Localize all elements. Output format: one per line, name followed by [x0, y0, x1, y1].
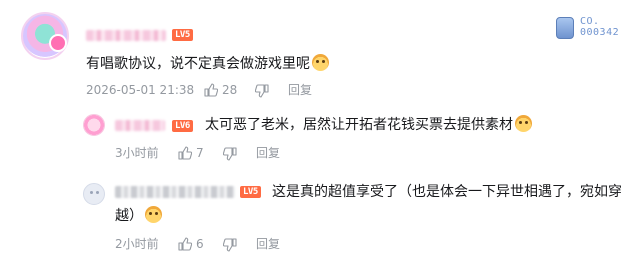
reply-date: 2小时前 — [115, 237, 159, 251]
reply-button[interactable]: 回复 — [256, 145, 280, 161]
fan-badge-label: CO. 000342 — [580, 16, 619, 38]
level-badge: LV6 — [172, 120, 193, 132]
like-count: 6 — [196, 237, 204, 251]
reply-date: 3小时前 — [115, 146, 159, 160]
reply-avatar[interactable] — [83, 114, 105, 136]
doge-emoji-icon — [312, 54, 329, 71]
fan-badge-line1: CO. — [580, 16, 600, 27]
doge-emoji-icon — [145, 206, 162, 223]
level-badge: LV5 — [240, 186, 261, 198]
thumbs-up-icon[interactable] — [178, 146, 192, 160]
doge-emoji-icon — [515, 115, 532, 132]
thumbs-up-icon[interactable] — [178, 237, 192, 251]
commenter-name-redacted[interactable] — [86, 30, 166, 41]
like-count: 7 — [196, 146, 204, 160]
comment-text-body: 有唱歌协议，说不定真会做游戏里呢 — [86, 56, 310, 72]
commenter-avatar[interactable] — [21, 12, 69, 60]
reply-name-redacted[interactable] — [115, 186, 235, 198]
like-count: 28 — [222, 83, 238, 97]
reply-button[interactable]: 回复 — [288, 82, 312, 98]
reply-text-line2: 越） — [115, 208, 143, 224]
thumbs-down-icon[interactable] — [223, 147, 237, 161]
comment-date: 2026-05-01 21:38 — [86, 83, 195, 97]
reply-text: 这是真的超值享受了（也是体会一下异世相遇了，宛如穿 — [272, 181, 632, 203]
reply-text-continued: 越） — [115, 205, 162, 227]
thumbs-up-icon[interactable] — [204, 83, 218, 97]
fan-badge-icon — [556, 17, 574, 39]
fan-badge-number: 000342 — [580, 27, 620, 38]
reply-name-redacted[interactable] — [115, 120, 165, 131]
reply-avatar[interactable] — [83, 183, 105, 205]
reply-text-body: 太可恶了老米，居然让开拓者花钱买票去提供素材 — [205, 117, 513, 133]
thumbs-down-icon[interactable] — [223, 238, 237, 252]
thumbs-down-icon[interactable] — [255, 84, 269, 98]
comment-text: 有唱歌协议，说不定真会做游戏里呢 — [86, 53, 329, 75]
reply-button[interactable]: 回复 — [256, 236, 280, 252]
level-badge: LV5 — [172, 29, 193, 41]
reply-text-line1: 这是真的超值享受了（也是体会一下异世相遇了，宛如穿 — [272, 184, 622, 200]
reply-text: 太可恶了老米，居然让开拓者花钱买票去提供素材 — [205, 114, 532, 136]
